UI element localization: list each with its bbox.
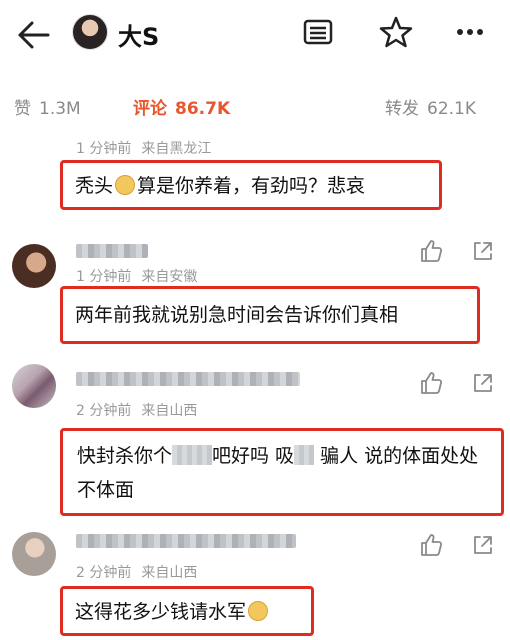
- comment-source: 来自山西: [141, 403, 198, 419]
- comment-text: 秃头 算是你养着，有劲吗？悲哀: [75, 170, 427, 202]
- comment-text-part: 这得花多少钱请水军: [75, 601, 247, 623]
- user-avatar[interactable]: [72, 14, 108, 50]
- more-icon[interactable]: [452, 14, 488, 50]
- comment-text: 两年前我就说别急时间会告诉你们真相: [75, 304, 399, 326]
- share-icon[interactable]: [470, 370, 496, 396]
- list-icon[interactable]: [300, 14, 336, 50]
- comment-text-part: 算是你养着，有劲吗？悲哀: [137, 175, 366, 197]
- crying-laughing-emoji-icon: [248, 601, 269, 621]
- comment-time: 2 分钟前: [76, 403, 132, 419]
- likes-count: 1.3M: [39, 99, 81, 119]
- user-name[interactable]: 大S: [118, 17, 159, 52]
- top-bar: 大S: [0, 0, 510, 72]
- comment-text-box[interactable]: 两年前我就说别急时间会告诉你们真相: [60, 286, 480, 344]
- censored-text: [294, 445, 315, 465]
- comment-meta: 1 分钟前 来自黑龙江: [76, 138, 211, 158]
- likes-label: 赞: [14, 99, 31, 119]
- comment-source: 来自山西: [141, 565, 198, 581]
- likes-stat[interactable]: 赞 1.3M: [14, 94, 81, 119]
- comments-stat[interactable]: 评论 86.7K: [133, 94, 230, 119]
- username-blurred[interactable]: [76, 534, 296, 548]
- comment-time: 1 分钟前: [76, 141, 132, 157]
- share-icon[interactable]: [470, 238, 496, 264]
- comment-meta: 2 分钟前 来自山西: [76, 562, 197, 582]
- comment-meta: 1 分钟前 来自安徽: [76, 266, 197, 286]
- like-icon[interactable]: [418, 370, 444, 396]
- comment-text: 这得花多少钱请水军: [75, 596, 299, 628]
- comment-time: 1 分钟前: [76, 269, 132, 285]
- comment-list: 1 分钟前 来自黑龙江 秃头 算是你养着，有劲吗？悲哀 1 分钟前 来自安徽 两年前我…: [0, 132, 510, 640]
- star-icon[interactable]: [378, 14, 414, 50]
- commenter-avatar[interactable]: [12, 244, 56, 288]
- comment-text-part: 秃头: [75, 175, 114, 197]
- username-blurred[interactable]: [76, 244, 148, 258]
- comment-text-box[interactable]: 秃头 算是你养着，有劲吗？悲哀: [60, 160, 442, 210]
- commenter-avatar[interactable]: [12, 532, 56, 576]
- reposts-count: 62.1K: [427, 99, 476, 119]
- comment-meta: 2 分钟前 来自山西: [76, 400, 197, 420]
- username-blurred[interactable]: [76, 372, 300, 386]
- like-icon[interactable]: [418, 238, 444, 264]
- comment-text-part: 吧好吗 吸: [212, 445, 295, 467]
- comments-count: 86.7K: [175, 99, 231, 119]
- comment-source: 来自黑龙江: [141, 141, 212, 157]
- reposts-label: 转发: [385, 99, 419, 119]
- comment-text-box[interactable]: 快封杀你个 吧好吗 吸 骗人 说的体面处处不体面: [60, 428, 504, 516]
- face-emoji-icon: [115, 175, 136, 195]
- reposts-stat[interactable]: 转发 62.1K: [385, 94, 476, 119]
- comment-source: 来自安徽: [141, 269, 198, 285]
- back-arrow-icon[interactable]: [14, 16, 54, 54]
- comment-time: 2 分钟前: [76, 565, 132, 581]
- comments-label: 评论: [133, 99, 167, 119]
- comment-text: 快封杀你个 吧好吗 吸 骗人 说的体面处处不体面: [77, 439, 487, 507]
- comment-text-box[interactable]: 这得花多少钱请水军: [60, 586, 314, 636]
- like-icon[interactable]: [418, 532, 444, 558]
- commenter-avatar[interactable]: [12, 364, 56, 408]
- stats-bar: 赞 1.3M 评论 86.7K 转发 62.1K: [0, 82, 510, 130]
- comment-text-part: 快封杀你个: [77, 445, 173, 467]
- share-icon[interactable]: [470, 532, 496, 558]
- censored-text: [172, 445, 213, 465]
